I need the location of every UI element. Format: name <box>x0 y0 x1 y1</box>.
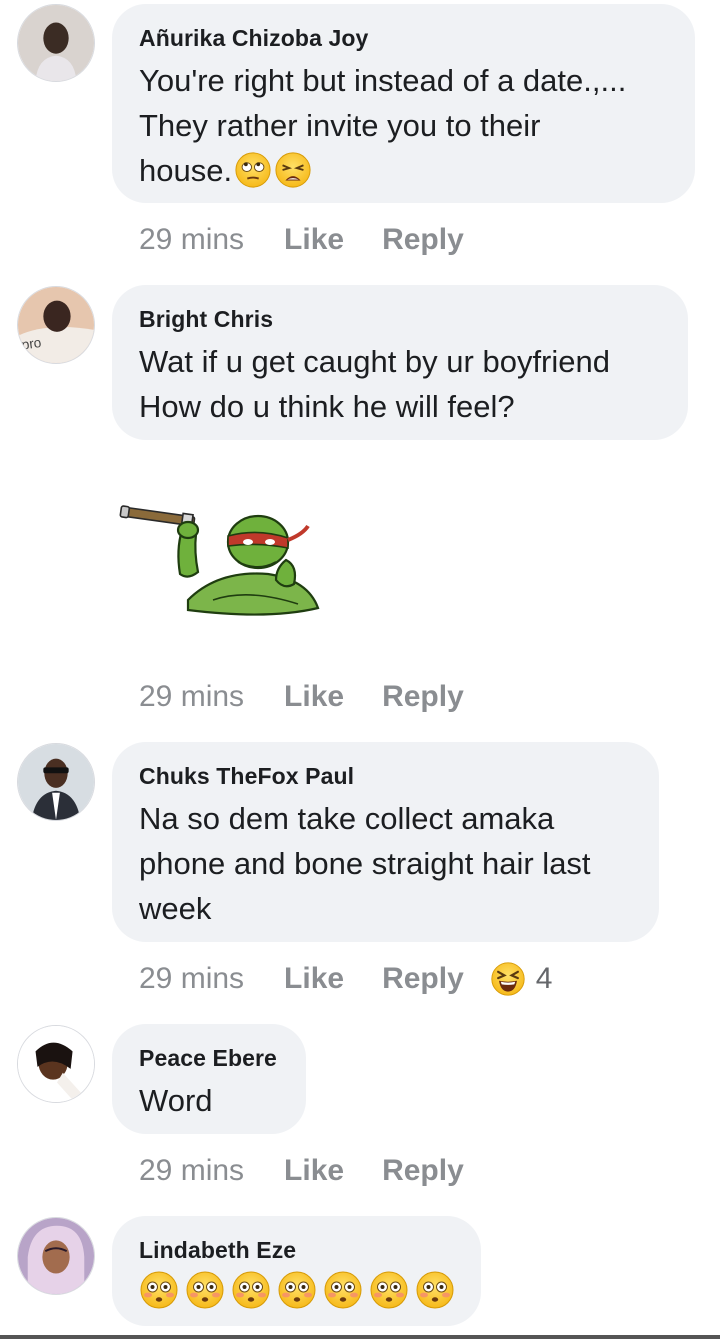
comment-text: You're right but instead of a date.,... … <box>139 58 669 193</box>
like-button[interactable]: Like <box>284 959 344 999</box>
comment-line: Word <box>139 1083 213 1118</box>
comment-bubble: Peace Ebere Word <box>112 1024 306 1134</box>
avatar[interactable] <box>17 743 95 821</box>
comment-time[interactable]: 29 mins <box>139 677 244 717</box>
comment-author[interactable]: Bright Chris <box>139 305 662 333</box>
like-button[interactable]: Like <box>284 1151 344 1191</box>
comment-author[interactable]: Chuks TheFox Paul <box>139 762 633 790</box>
comment-author[interactable]: Lindabeth Eze <box>139 1236 455 1264</box>
svg-text:pro: pro <box>21 335 43 353</box>
comment-text: Word <box>139 1078 280 1123</box>
comment-line: They rather invite you to their <box>139 108 541 143</box>
flushed-face-icon <box>139 1270 179 1310</box>
weary-face-icon <box>274 151 312 189</box>
comment-line: house. <box>139 148 669 193</box>
comment-time[interactable]: 29 mins <box>139 1151 244 1191</box>
comment-bubble: Chuks TheFox Paul Na so dem take collect… <box>112 742 659 942</box>
reply-button[interactable]: Reply <box>382 220 464 260</box>
comment-bubble: Bright Chris Wat if u get caught by ur b… <box>112 285 688 440</box>
turtle-telescope-sticker[interactable] <box>118 500 328 622</box>
flushed-face-icon <box>277 1270 317 1310</box>
like-button[interactable]: Like <box>284 677 344 717</box>
comment-bubble: Añurika Chizoba Joy You're right but ins… <box>112 4 695 203</box>
reply-button[interactable]: Reply <box>382 677 464 717</box>
comment-meta: 29 mins Like Reply <box>139 219 502 259</box>
comment-line: You're right but instead of a date.,... <box>139 63 627 98</box>
comment-text <box>139 1270 455 1310</box>
laughing-squint-icon[interactable] <box>490 961 526 997</box>
comment-bubble: Lindabeth Eze <box>112 1216 481 1326</box>
flushed-face-icon <box>415 1270 455 1310</box>
divider <box>0 1335 720 1339</box>
comment-author[interactable]: Añurika Chizoba Joy <box>139 24 669 52</box>
comment-meta: 29 mins Like Reply 4 <box>139 958 552 998</box>
avatar[interactable] <box>17 1217 95 1295</box>
comment-meta: 29 mins Like Reply <box>139 676 502 716</box>
comment-line: phone and bone straight hair last <box>139 846 591 881</box>
comment-line-text: house. <box>139 153 233 188</box>
reply-button[interactable]: Reply <box>382 959 464 999</box>
comment-meta: 29 mins Like Reply <box>139 1150 502 1190</box>
avatar[interactable]: pro <box>17 286 95 364</box>
reaction-count[interactable]: 4 <box>536 959 553 999</box>
avatar[interactable] <box>17 4 95 82</box>
like-button[interactable]: Like <box>284 220 344 260</box>
reply-button[interactable]: Reply <box>382 1151 464 1191</box>
comment-time[interactable]: 29 mins <box>139 220 244 260</box>
comment-time[interactable]: 29 mins <box>139 959 244 999</box>
comment-line: Wat if u get caught by ur boyfriend <box>139 344 610 379</box>
comment-text: Na so dem take collect amaka phone and b… <box>139 796 633 931</box>
rolling-eyes-icon <box>234 151 272 189</box>
comment-author[interactable]: Peace Ebere <box>139 1044 280 1072</box>
flushed-face-icon <box>369 1270 409 1310</box>
flushed-face-icon <box>185 1270 225 1310</box>
comment-text: Wat if u get caught by ur boyfriend How … <box>139 339 662 429</box>
flushed-face-icon <box>323 1270 363 1310</box>
flushed-face-icon <box>231 1270 271 1310</box>
comment-line: week <box>139 891 212 926</box>
avatar[interactable] <box>17 1025 95 1103</box>
comment-line: Na so dem take collect amaka <box>139 801 555 836</box>
comment-line: How do u think he will feel? <box>139 389 515 424</box>
